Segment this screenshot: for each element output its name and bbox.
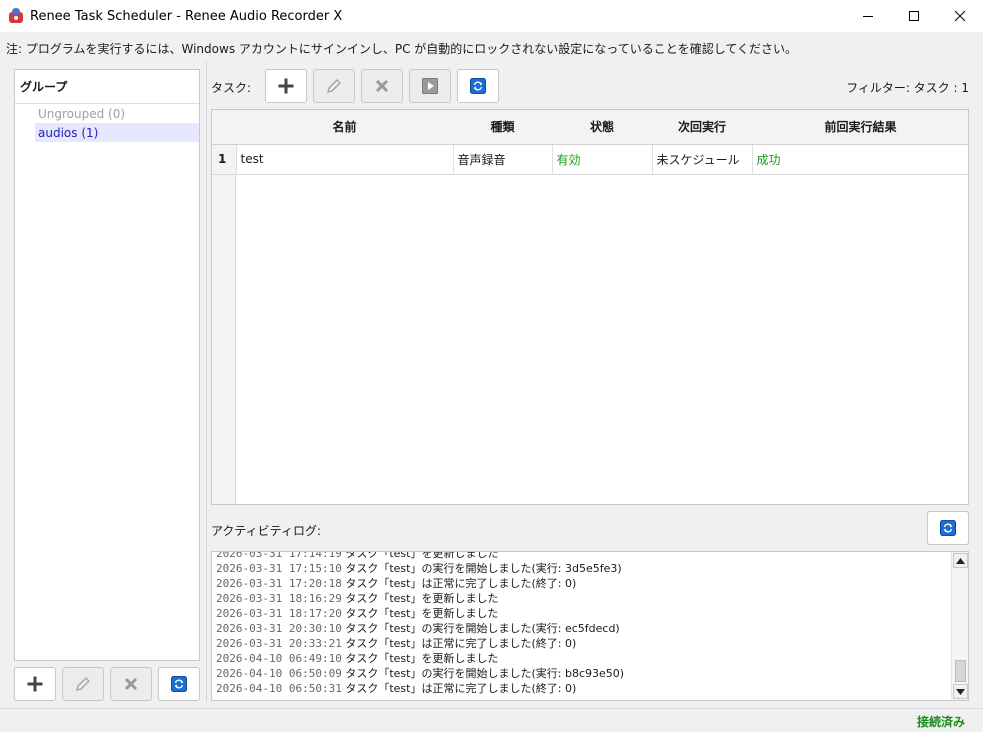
task-toolbar — [265, 69, 499, 103]
log-message: タスク「test」は正常に完了しました(終了: 0) — [345, 682, 577, 695]
cell-last-result: 成功 — [752, 144, 968, 175]
task-filter-count: フィルター: タスク : 1 — [846, 81, 969, 95]
refresh-icon — [940, 520, 956, 536]
edit-group-button[interactable] — [62, 667, 104, 701]
delete-icon — [375, 79, 389, 93]
cell-status: 有効 — [552, 144, 653, 175]
log-message: タスク「test」は正常に完了しました(終了: 0) — [345, 577, 577, 590]
refresh-icon — [171, 676, 187, 692]
log-message: タスク「test」の実行を開始しました(実行: b8c93e50) — [345, 667, 625, 680]
close-button[interactable] — [937, 0, 983, 32]
run-task-button[interactable] — [409, 69, 451, 103]
status-bar: 接続済み — [0, 708, 983, 732]
column-header-last-result[interactable]: 前回実行結果 — [752, 110, 968, 145]
column-header-type[interactable]: 種類 — [453, 110, 552, 145]
app-icon — [8, 8, 24, 24]
log-timestamp: 2026-03-31 18:16:29 — [216, 592, 342, 605]
notice-text: 注: プログラムを実行するには、Windows アカウントにサインインし、PC … — [6, 42, 797, 56]
activity-log-label: アクティビティログ: — [211, 524, 322, 538]
pencil-icon — [76, 677, 90, 691]
panel-divider[interactable] — [206, 62, 207, 702]
task-label: タスク: — [211, 81, 252, 95]
edit-task-button[interactable] — [313, 69, 355, 103]
group-toolbar — [14, 667, 200, 701]
cell-next-run: 未スケジュール — [652, 144, 753, 175]
plus-icon — [278, 78, 294, 94]
log-scrollbar[interactable] — [951, 552, 968, 700]
arrow-up-icon — [956, 557, 965, 564]
window-title: Renee Task Scheduler - Renee Audio Recor… — [30, 8, 343, 24]
group-header: グループ — [15, 70, 199, 104]
cell-type: 音声録音 — [453, 144, 553, 175]
delete-icon — [124, 677, 138, 691]
task-table: 名前 種類 状態 次回実行 前回実行結果 1 test 音声録音 有効 未スケジ… — [211, 109, 969, 505]
row-number: 1 — [212, 144, 237, 175]
log-timestamp: 2026-03-31 17:14:19 — [216, 551, 342, 560]
log-line: 2026-04-10 06:49:10 タスク「test」を更新しました — [216, 651, 950, 666]
column-header-status[interactable]: 状態 — [552, 110, 652, 145]
scroll-down-button[interactable] — [953, 684, 968, 699]
log-message: タスク「test」は正常に完了しました(終了: 0) — [345, 637, 577, 650]
table-header-row: 名前 種類 状態 次回実行 前回実行結果 — [212, 110, 968, 145]
refresh-icon — [470, 78, 486, 94]
pencil-icon — [327, 79, 341, 93]
delete-group-button[interactable] — [110, 667, 152, 701]
scroll-up-button[interactable] — [953, 553, 968, 568]
log-message: タスク「test」の実行を開始しました(実行: ec5fdecd) — [345, 622, 620, 635]
log-line: 2026-03-31 18:16:29 タスク「test」を更新しました — [216, 591, 950, 606]
scroll-thumb[interactable] — [955, 660, 966, 682]
plus-icon — [27, 676, 43, 692]
table-row[interactable]: 1 test 音声録音 有効 未スケジュール 成功 — [212, 144, 968, 175]
refresh-log-button[interactable] — [927, 511, 969, 545]
column-header-next-run[interactable]: 次回実行 — [652, 110, 752, 145]
log-message: タスク「test」を更新しました — [345, 551, 499, 560]
maximize-button[interactable] — [891, 0, 937, 32]
column-header-rownum — [212, 110, 236, 145]
log-timestamp: 2026-03-31 20:30:10 — [216, 622, 342, 635]
log-message: タスク「test」を更新しました — [345, 607, 499, 620]
window-controls — [845, 0, 983, 32]
group-panel: グループ Ungrouped (0) audios (1) — [14, 69, 200, 661]
column-header-name[interactable]: 名前 — [236, 110, 453, 145]
log-line: 2026-03-31 20:30:10 タスク「test」の実行を開始しました(… — [216, 621, 950, 636]
delete-task-button[interactable] — [361, 69, 403, 103]
refresh-groups-button[interactable] — [158, 667, 200, 701]
log-lines: 2026-03-31 17:14:19 タスク「test」を更新しました 202… — [216, 551, 950, 696]
log-timestamp: 2026-04-10 06:50:31 — [216, 682, 342, 695]
cell-name: test — [236, 144, 454, 175]
log-message: タスク「test」の実行を開始しました(実行: 3d5e5fe3) — [345, 562, 622, 575]
log-timestamp: 2026-03-31 17:15:10 — [216, 562, 342, 575]
log-timestamp: 2026-03-31 20:33:21 — [216, 637, 342, 650]
add-group-button[interactable] — [14, 667, 56, 701]
log-message: タスク「test」を更新しました — [345, 652, 499, 665]
log-line: 2026-04-10 06:50:31 タスク「test」は正常に完了しました(… — [216, 681, 950, 696]
minimize-icon — [863, 16, 873, 17]
log-timestamp: 2026-03-31 18:17:20 — [216, 607, 342, 620]
connection-status: 接続済み — [916, 715, 965, 729]
arrow-down-icon — [956, 688, 965, 695]
log-line: 2026-04-10 06:50:09 タスク「test」の実行を開始しました(… — [216, 666, 950, 681]
title-bar: Renee Task Scheduler - Renee Audio Recor… — [0, 0, 983, 32]
refresh-tasks-button[interactable] — [457, 69, 499, 103]
close-icon — [954, 10, 966, 22]
log-timestamp: 2026-04-10 06:49:10 — [216, 652, 342, 665]
log-timestamp: 2026-04-10 06:50:09 — [216, 667, 342, 680]
group-item-ungrouped[interactable]: Ungrouped (0) — [15, 104, 199, 123]
log-line: 2026-03-31 17:20:18 タスク「test」は正常に完了しました(… — [216, 576, 950, 591]
log-line: 2026-03-31 18:17:20 タスク「test」を更新しました — [216, 606, 950, 621]
log-line: 2026-03-31 17:14:19 タスク「test」を更新しました — [216, 551, 950, 561]
group-item-audios[interactable]: audios (1) — [35, 123, 199, 142]
activity-log[interactable]: 2026-03-31 17:14:19 タスク「test」を更新しました 202… — [211, 551, 969, 701]
log-message: タスク「test」を更新しました — [345, 592, 499, 605]
log-line: 2026-03-31 20:33:21 タスク「test」は正常に完了しました(… — [216, 636, 950, 651]
add-task-button[interactable] — [265, 69, 307, 103]
log-line: 2026-03-31 17:15:10 タスク「test」の実行を開始しました(… — [216, 561, 950, 576]
maximize-icon — [909, 11, 919, 21]
minimize-button[interactable] — [845, 0, 891, 32]
play-icon — [422, 78, 438, 94]
log-timestamp: 2026-03-31 17:20:18 — [216, 577, 342, 590]
